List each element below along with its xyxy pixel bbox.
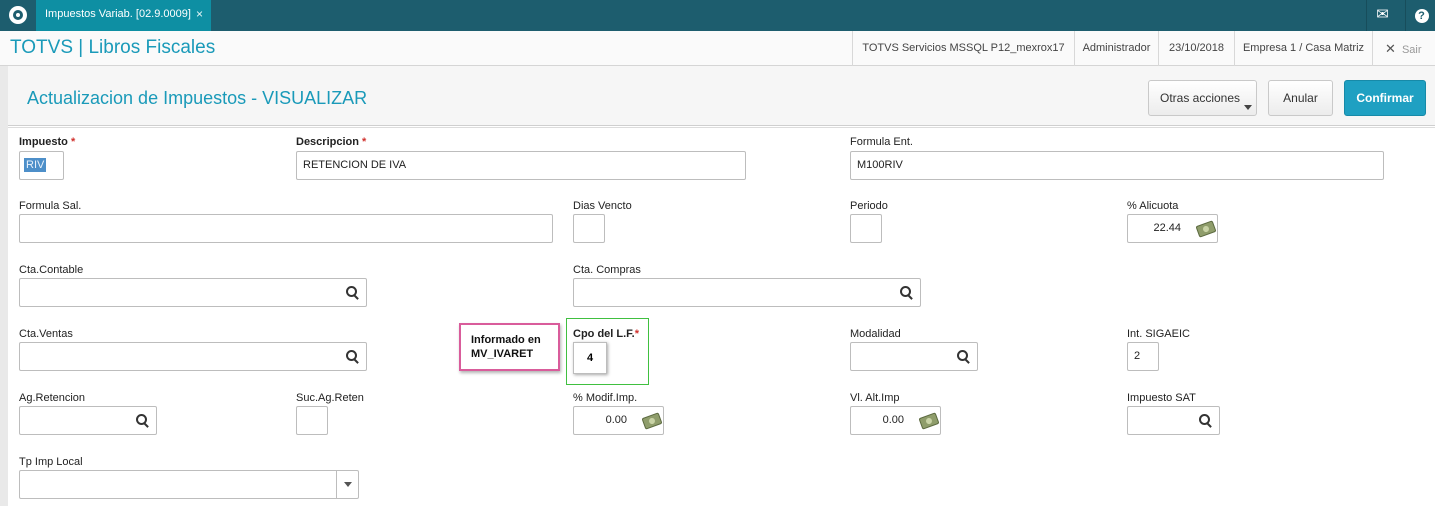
modif-imp-value: 0.00	[605, 414, 627, 426]
periodo-field[interactable]	[850, 214, 882, 243]
cta-contable-label: Cta.Contable	[19, 264, 84, 276]
suc-ag-reten-field[interactable]	[296, 406, 328, 435]
suc-ag-reten-label: Suc.Ag.Reten	[296, 392, 364, 404]
search-icon[interactable]	[900, 286, 914, 300]
int-sigaeic-label: Int. SIGAEIC	[1127, 328, 1190, 340]
vl-alt-imp-label: Vl. Alt.Imp	[850, 392, 900, 404]
impuesto-label: Impuesto *	[19, 136, 76, 148]
search-icon[interactable]	[957, 350, 971, 364]
dias-vencto-field[interactable]	[573, 214, 605, 243]
search-icon[interactable]	[136, 414, 150, 428]
annotation-note: Informado en MV_IVARET	[459, 323, 560, 371]
tp-imp-local-label: Tp Imp Local	[19, 456, 83, 468]
search-icon[interactable]	[346, 350, 360, 364]
top-bar: Impuestos Variab. [02.9.0009] × ✉ ?	[0, 0, 1435, 31]
vl-alt-imp-value: 0.00	[882, 414, 904, 426]
date-info: 23/10/2018	[1158, 31, 1234, 66]
modalidad-field[interactable]	[850, 342, 978, 371]
close-icon[interactable]: ×	[196, 0, 203, 29]
chevron-down-icon[interactable]	[336, 471, 358, 498]
formula-sal-field[interactable]	[19, 214, 553, 243]
descripcion-field[interactable]: RETENCION DE IVA	[296, 151, 746, 180]
formula-sal-label: Formula Sal.	[19, 200, 82, 212]
help-icon[interactable]: ?	[1405, 0, 1435, 31]
otras-acciones-button[interactable]: Otras acciones	[1148, 80, 1257, 116]
form-title: Actualizacion de Impuestos - VISUALIZAR	[27, 88, 368, 108]
annotation-line1: Informado en	[471, 334, 541, 346]
descripcion-label: Descripcion *	[296, 136, 367, 148]
impuesto-field[interactable]: RIV	[19, 151, 64, 180]
confirmar-button[interactable]: Confirmar	[1344, 80, 1426, 116]
alicuota-field[interactable]: 22.44	[1127, 214, 1218, 243]
search-icon[interactable]	[1199, 414, 1213, 428]
cta-ventas-label: Cta.Ventas	[19, 328, 73, 340]
exit-button[interactable]: ✕ Sair	[1372, 31, 1435, 66]
calculator-icon[interactable]	[641, 412, 663, 430]
modalidad-label: Modalidad	[850, 328, 901, 340]
server-info: TOTVS Servicios MSSQL P12_mexrox17	[852, 31, 1074, 66]
dias-vencto-label: Dias Vencto	[573, 200, 632, 212]
tab-impuestos-variab[interactable]: Impuestos Variab. [02.9.0009] ×	[36, 0, 211, 31]
vl-alt-imp-field[interactable]: 0.00	[850, 406, 941, 435]
tp-imp-local-select[interactable]	[19, 470, 359, 499]
calculator-icon[interactable]	[918, 412, 940, 430]
annotation-line2: MV_IVARET	[471, 348, 534, 360]
mail-icon[interactable]: ✉	[1366, 0, 1398, 31]
help-glyph: ?	[1414, 9, 1429, 23]
anular-button[interactable]: Anular	[1268, 80, 1333, 116]
cpo-lf-label: Cpo del L.F.*	[573, 328, 640, 340]
formula-ent-field[interactable]: M100RIV	[850, 151, 1384, 180]
cta-compras-field[interactable]	[573, 278, 921, 307]
totvs-logo-icon	[9, 6, 27, 24]
otras-acciones-label: Otras acciones	[1160, 91, 1241, 105]
app-title: TOTVS | Libros Fiscales	[10, 37, 216, 58]
chevron-down-icon	[1244, 105, 1252, 110]
impuesto-value: RIV	[24, 158, 47, 172]
exit-label: Sair	[1401, 44, 1422, 56]
ag-retencion-field[interactable]	[19, 406, 157, 435]
impuesto-sat-field[interactable]	[1127, 406, 1220, 435]
cta-contable-field[interactable]	[19, 278, 367, 307]
cta-ventas-field[interactable]	[19, 342, 367, 371]
impuesto-sat-label: Impuesto SAT	[1127, 392, 1196, 404]
alicuota-label: % Alicuota	[1127, 200, 1179, 212]
modif-imp-label: % Modif.Imp.	[573, 392, 638, 404]
int-sigaeic-field[interactable]: 2	[1127, 342, 1159, 371]
ag-retencion-label: Ag.Retencion	[19, 392, 86, 404]
app-bar: TOTVS | Libros Fiscales TOTVS Servicios …	[0, 31, 1435, 66]
tab-label: Impuestos Variab. [02.9.0009]	[45, 8, 191, 20]
modif-imp-field[interactable]: 0.00	[573, 406, 664, 435]
close-icon: ✕	[1385, 41, 1396, 56]
left-margin	[0, 66, 8, 506]
calculator-icon[interactable]	[1195, 220, 1217, 238]
user-info: Administrador	[1074, 31, 1158, 66]
company-info: Empresa 1 / Casa Matriz	[1234, 31, 1372, 66]
form-area	[8, 127, 1435, 506]
cta-compras-label: Cta. Compras	[573, 264, 641, 276]
cpo-lf-field[interactable]: 4	[573, 342, 607, 374]
formula-ent-label: Formula Ent.	[850, 136, 913, 148]
periodo-label: Periodo	[850, 200, 888, 212]
alicuota-value: 22.44	[1153, 222, 1181, 234]
search-icon[interactable]	[346, 286, 360, 300]
